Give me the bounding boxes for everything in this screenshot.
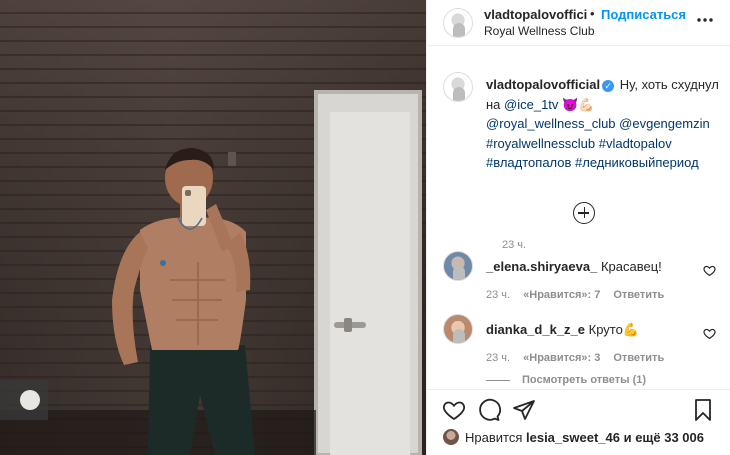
plus-circle-icon[interactable] [573,202,595,224]
action-bar: Нравится lesia_sweet_46 и ещё 33 006 [427,389,730,455]
liker-avatar[interactable] [443,429,459,445]
heart-icon[interactable] [703,264,716,277]
mention-link[interactable]: @royal_wellness_club [486,116,616,131]
mention-link[interactable]: @evgengemzin [619,116,710,131]
comment-meta: 23 ч. «Нравится»: 3 Ответить [486,352,674,364]
header-username[interactable]: vladtopalovoffici [484,7,587,22]
post-photo-illustration [0,0,426,455]
avatar[interactable] [443,8,473,38]
comment-item: _elena.shiryaeva_ Красавец! 23 ч. «Нрави… [443,251,723,301]
mention-link[interactable]: @ice_1tv [504,97,558,112]
heart-icon[interactable] [703,327,716,340]
more-horizontal-icon[interactable] [695,10,715,30]
caption-username[interactable]: vladtopalovofficial [486,77,600,92]
comment-timestamp[interactable]: 23 ч. [486,289,510,301]
avatar[interactable] [443,72,473,102]
header-separator: • [590,6,595,21]
heart-icon[interactable] [442,398,466,422]
comment-timestamp[interactable]: 23 ч. [486,352,510,364]
comment-text: Круто💪 [588,322,640,337]
comment-line: dianka_d_k_z_e Круто💪 [486,322,639,338]
comment-icon[interactable] [477,398,501,422]
avatar[interactable] [443,314,473,344]
verified-badge-icon: ✓ [602,80,615,92]
hashtag-links[interactable]: #royalwellnessclub #vladtopalov #владтоп… [486,136,699,171]
post-photo[interactable] [0,0,426,455]
comment-text: Красавец! [600,259,662,274]
follow-button[interactable]: Подписаться [601,7,686,22]
reply-button[interactable]: Ответить [613,289,664,301]
paper-plane-icon[interactable] [512,398,536,422]
comment-likes-count[interactable]: «Нравится»: 7 [523,289,600,301]
reply-button[interactable]: Ответить [613,352,664,364]
comment-username[interactable]: _elena.shiryaeva_ [486,259,597,274]
likes-count[interactable]: и ещё 33 006 [624,430,704,445]
caption-emoji: 😈💪🏻 [562,96,595,112]
post-header: vladtopalovoffici • Подписаться Royal We… [427,0,730,46]
view-replies-button[interactable]: Посмотреть ответы (1) [486,374,646,386]
caption-timestamp[interactable]: 23 ч. [502,239,526,251]
comment-item: dianka_d_k_z_e Круто💪 23 ч. «Нравится»: … [443,314,723,364]
liker-username[interactable]: lesia_sweet_46 [526,430,620,445]
caption-text: vladtopalovofficial ✓ Ну, хоть схуднул на… [486,75,730,173]
avatar[interactable] [443,251,473,281]
comment-username[interactable]: dianka_d_k_z_e [486,322,585,337]
location-link[interactable]: Royal Wellness Club [484,24,595,38]
likes-summary: Нравится lesia_sweet_46 и ещё 33 006 [443,429,704,445]
post-side-panel: vladtopalovoffici • Подписаться Royal We… [426,0,730,455]
comment-meta: 23 ч. «Нравится»: 7 Ответить [486,289,674,301]
likes-prefix: Нравится [465,430,523,445]
comment-line: _elena.shiryaeva_ Красавец! [486,259,662,274]
bookmark-icon[interactable] [691,398,715,422]
comment-likes-count[interactable]: «Нравится»: 3 [523,352,600,364]
